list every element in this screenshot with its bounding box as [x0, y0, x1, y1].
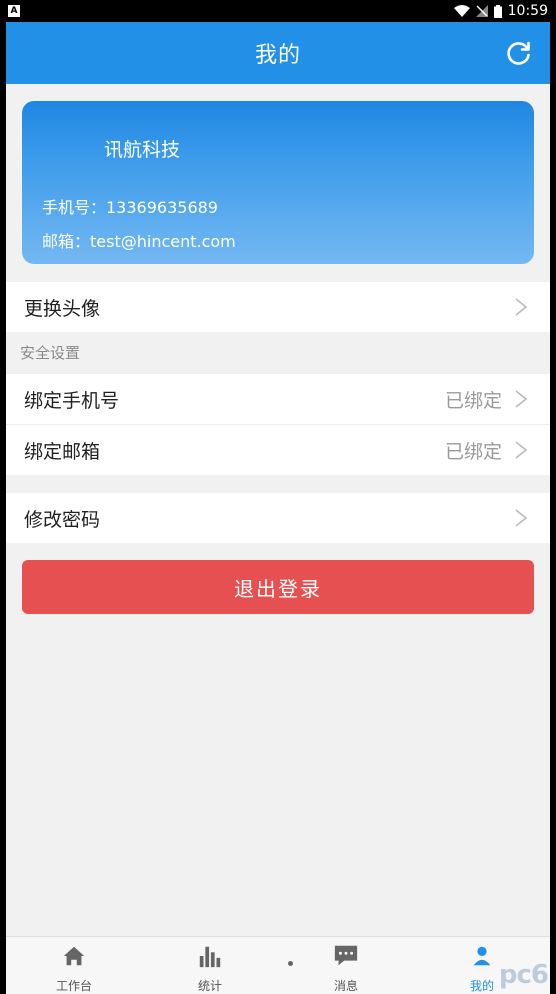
page-title: 我的	[254, 43, 301, 68]
home-icon	[63, 946, 85, 966]
bind-phone-status: 已绑定	[444, 389, 502, 412]
user-icon	[473, 946, 491, 966]
status-time: 10:59	[507, 3, 548, 19]
bind-email-status: 已绑定	[444, 440, 502, 463]
battery-icon	[493, 4, 502, 18]
email-text: 邮箱：test@hincent.com	[42, 232, 236, 251]
bind-phone-row[interactable]: 绑定手机号 已绑定	[6, 374, 550, 424]
change-avatar-label: 更换头像	[24, 297, 101, 320]
chevron-right-icon	[515, 441, 528, 459]
bind-email-right: 已绑定	[445, 437, 528, 464]
app-screen: 我的 讯航科技 手机号：13369635689 邮箱：test@hincent.…	[6, 22, 550, 994]
security-section-title: 安全设置	[20, 344, 81, 362]
bind-phone-right: 已绑定	[445, 386, 528, 413]
bar-chart-icon	[199, 946, 221, 968]
chat-icon	[334, 945, 358, 966]
header: 我的	[6, 22, 550, 84]
company-name: 讯航科技	[104, 139, 181, 161]
bind-email-label: 绑定邮箱	[24, 440, 101, 463]
tab-statistics[interactable]: 统计	[142, 937, 278, 994]
refresh-icon[interactable]	[506, 40, 532, 66]
tab-label: 我的	[469, 979, 494, 993]
change-avatar-row[interactable]: 更换头像	[6, 282, 550, 332]
watermark-logo: pc6	[498, 960, 549, 990]
bind-phone-label: 绑定手机号	[24, 389, 120, 412]
app-notification-icon: A	[8, 5, 20, 17]
phone-text: 手机号：13369635689	[42, 198, 218, 217]
tab-workbench[interactable]: 工作台	[6, 937, 142, 994]
status-bar: A 10:59	[0, 0, 556, 22]
change-password-label: 修改密码	[24, 508, 101, 531]
logout-button[interactable]: 退出登录	[22, 560, 534, 614]
chevron-right-icon	[515, 298, 528, 316]
bind-email-row[interactable]: 绑定邮箱 已绑定	[6, 425, 550, 475]
chevron-right-icon	[515, 390, 528, 408]
change-password-row[interactable]: 修改密码	[6, 493, 550, 543]
tab-label: 工作台	[55, 979, 92, 993]
status-left: A	[8, 5, 20, 17]
tab-dot-indicator	[288, 961, 293, 966]
status-right: 10:59	[453, 3, 548, 19]
profile-card: 讯航科技 手机号：13369635689 邮箱：test@hincent.com	[22, 101, 534, 264]
chevron-right-icon	[515, 509, 528, 527]
signal-icon	[475, 5, 488, 17]
bottom-tab-bar: 工作台 统计 消息 我的	[6, 936, 550, 994]
wifi-icon	[453, 5, 470, 17]
tab-label: 消息	[333, 979, 358, 993]
tab-label: 统计	[197, 979, 222, 993]
tab-messages[interactable]: 消息	[278, 937, 414, 994]
